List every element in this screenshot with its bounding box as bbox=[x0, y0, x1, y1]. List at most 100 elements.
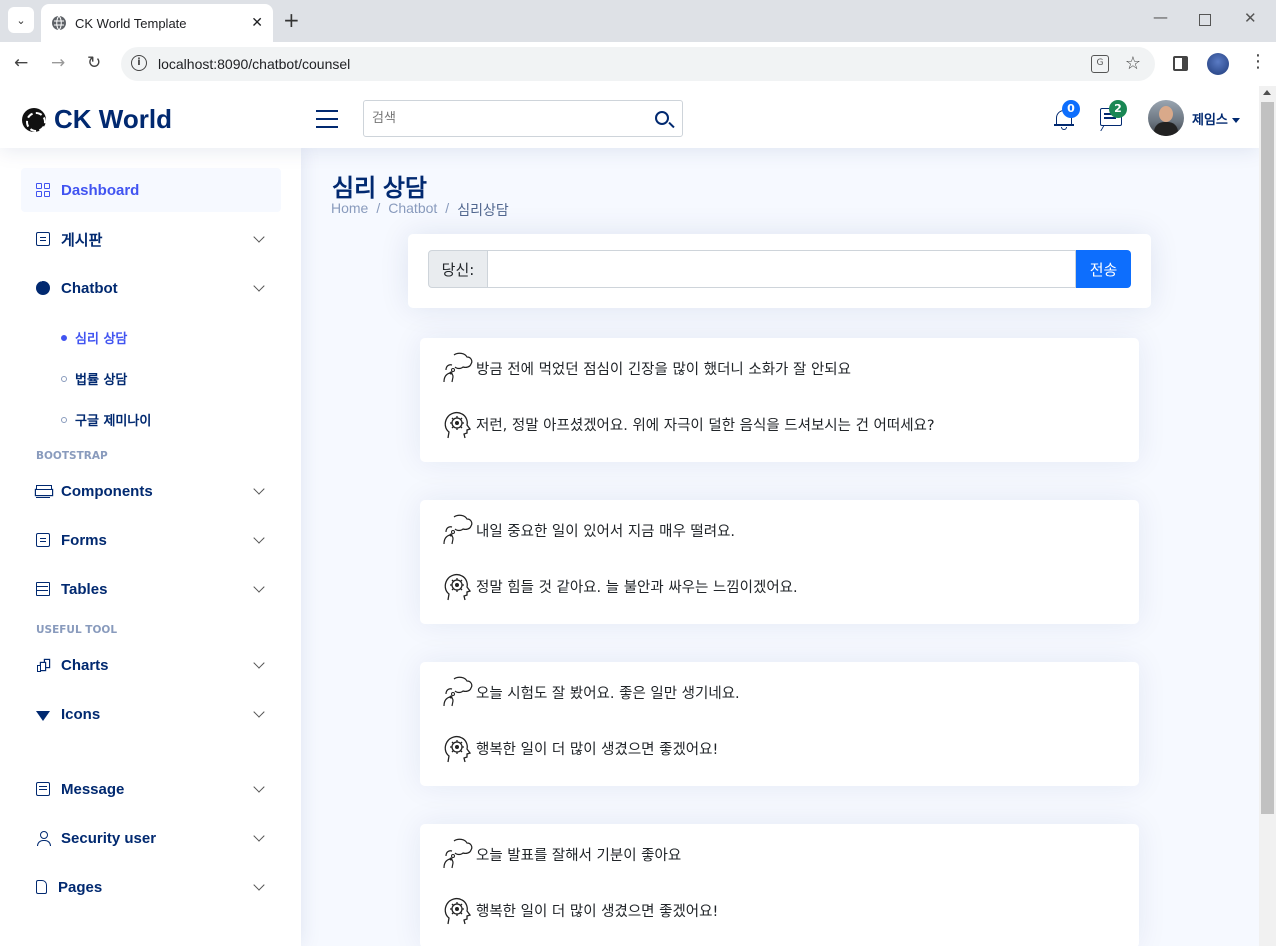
chat-message-input[interactable] bbox=[488, 250, 1076, 288]
profile-dropdown[interactable]: 제임스 bbox=[1192, 109, 1240, 128]
sidebar-item-forms[interactable]: Forms bbox=[21, 518, 281, 562]
bot-message-text: 정말 힘들 것 같아요. 늘 불안과 싸우는 느낌이겠어요. bbox=[476, 579, 798, 596]
user-thought-icon bbox=[443, 514, 473, 545]
message-icon bbox=[36, 782, 50, 796]
sidebar-subitem-gemini[interactable]: 구글 제미나이 bbox=[61, 410, 151, 429]
bot-message-text: 저런, 정말 아프셨겠어요. 위에 자극이 덜한 음식을 드셔보시는 건 어떠세… bbox=[476, 417, 935, 434]
user-message-text: 오늘 발표를 잘해서 기분이 좋아요 bbox=[476, 847, 682, 864]
sidebar-item-label: 게시판 bbox=[61, 231, 103, 249]
sidebar-subitem-label: 심리 상담 bbox=[75, 332, 128, 347]
browser-tabstrip: ⌄ CK World Template ✕ + — ✕ bbox=[0, 0, 1276, 42]
bot-message: 행복한 일이 더 많이 생겼으면 좋겠어요! bbox=[440, 894, 718, 926]
chat-input-card: 당신: 전송 bbox=[408, 234, 1151, 308]
sidebar-subitem-legal[interactable]: 법률 상담 bbox=[61, 369, 127, 388]
maximize-icon[interactable] bbox=[1199, 14, 1211, 26]
chevron-down-icon bbox=[253, 532, 265, 544]
chevron-down-icon bbox=[253, 280, 265, 292]
sidebar-item-dashboard[interactable]: Dashboard bbox=[21, 168, 281, 212]
caret-down-icon bbox=[1231, 118, 1240, 123]
bookmark-star-icon[interactable]: ☆ bbox=[1125, 53, 1141, 74]
back-icon[interactable]: ← bbox=[14, 53, 28, 73]
search-icon[interactable] bbox=[655, 111, 669, 125]
browser-toolbar: ← → ↻ i localhost:8090/chatbot/counsel G… bbox=[0, 42, 1276, 86]
sidebar-item-icons[interactable]: Icons bbox=[21, 692, 281, 736]
scrollbar-thumb[interactable] bbox=[1261, 102, 1274, 814]
user-message: 내일 중요한 일이 있어서 지금 매우 떨려요. bbox=[440, 514, 735, 546]
sidebar-item-label: Forms bbox=[61, 531, 107, 549]
sidebar-item-label: Chatbot bbox=[61, 279, 118, 297]
globe-icon bbox=[52, 15, 66, 31]
logo-text: CK World bbox=[54, 104, 172, 134]
user-message-text: 내일 중요한 일이 있어서 지금 매우 떨려요. bbox=[476, 523, 736, 540]
bot-message-text: 행복한 일이 더 많이 생겼으면 좋겠어요! bbox=[476, 903, 719, 920]
breadcrumb-home[interactable]: Home bbox=[331, 200, 368, 220]
sidebar-subitem-label: 구글 제미나이 bbox=[75, 414, 152, 429]
sidebar-item-tables[interactable]: Tables bbox=[21, 567, 281, 611]
breadcrumb-chatbot[interactable]: Chatbot bbox=[388, 200, 437, 220]
sidebar-item-chatbot[interactable]: Chatbot bbox=[21, 266, 281, 310]
window-close-icon[interactable]: ✕ bbox=[1244, 9, 1257, 27]
browser-profile-avatar[interactable] bbox=[1207, 53, 1229, 75]
logo-icon bbox=[22, 107, 46, 132]
journal-text-icon bbox=[36, 533, 50, 547]
sidebar-item-pages[interactable]: Pages bbox=[21, 865, 281, 909]
gem-icon bbox=[36, 711, 50, 721]
sidebar-item-label: Security user bbox=[61, 829, 157, 847]
sidebar-item-charts[interactable]: Charts bbox=[21, 643, 281, 687]
new-tab-icon[interactable]: + bbox=[283, 9, 300, 31]
reload-icon[interactable]: ↻ bbox=[87, 53, 101, 73]
send-button[interactable]: 전송 bbox=[1076, 250, 1131, 288]
sidebar-item-message[interactable]: Message bbox=[21, 767, 281, 811]
search-input[interactable] bbox=[364, 101, 644, 136]
sidebar-item-components[interactable]: Components bbox=[21, 469, 281, 513]
bar-chart-icon bbox=[36, 658, 50, 672]
nav-heading-useful-tool: USEFUL TOOL bbox=[36, 624, 118, 636]
scroll-up-icon[interactable] bbox=[1263, 90, 1271, 95]
robot-head-icon bbox=[444, 897, 472, 925]
address-bar[interactable]: i localhost:8090/chatbot/counsel G ☆ bbox=[121, 47, 1155, 81]
sidebar-item-label: Components bbox=[61, 482, 153, 500]
chevron-down-icon bbox=[253, 657, 265, 669]
translate-icon[interactable]: G bbox=[1091, 55, 1109, 73]
sidebar-subitem-counsel[interactable]: 심리 상담 bbox=[61, 328, 127, 347]
chevron-down-icon bbox=[253, 830, 265, 842]
chevron-down-icon bbox=[253, 231, 265, 243]
sidebar: Dashboard 게시판 Chatbot 심리 상담 법률 상담 구글 제미나… bbox=[0, 148, 301, 946]
chat-dots-icon bbox=[36, 278, 50, 295]
user-message-text: 오늘 시험도 잘 봤어요. 좋은 일만 생기네요. bbox=[476, 685, 740, 702]
forward-icon[interactable]: → bbox=[51, 53, 65, 73]
sidebar-item-board[interactable]: 게시판 bbox=[21, 217, 281, 261]
bot-message: 행복한 일이 더 많이 생겼으면 좋겠어요! bbox=[440, 732, 718, 764]
site-info-icon[interactable]: i bbox=[131, 55, 147, 71]
tab-search-icon[interactable]: ⌄ bbox=[8, 7, 34, 33]
user-message: 오늘 발표를 잘해서 기분이 좋아요 bbox=[440, 838, 681, 870]
chevron-down-icon bbox=[253, 581, 265, 593]
bot-message: 정말 힘들 것 같아요. 늘 불안과 싸우는 느낌이겠어요. bbox=[440, 570, 798, 602]
messages-badge: 2 bbox=[1109, 100, 1127, 118]
browser-tab[interactable]: CK World Template ✕ bbox=[41, 4, 273, 42]
user-thought-icon bbox=[443, 676, 473, 707]
sidebar-item-label: Pages bbox=[58, 878, 103, 896]
layout-text-icon bbox=[36, 582, 50, 596]
conversation-card: 오늘 발표를 잘해서 기분이 좋아요 행복한 일이 더 많이 생겼으면 좋겠어요… bbox=[420, 824, 1139, 946]
minimize-icon[interactable]: — bbox=[1153, 8, 1168, 26]
chevron-down-icon bbox=[253, 706, 265, 718]
breadcrumb: Home / Chatbot / 심리상담 bbox=[331, 200, 509, 220]
page-title: 심리 상담 bbox=[332, 175, 427, 202]
page-scrollbar[interactable] bbox=[1259, 86, 1276, 946]
file-icon bbox=[36, 880, 47, 894]
user-message-text: 방금 전에 먹었던 점심이 긴장을 많이 했더니 소화가 잘 안되요 bbox=[476, 361, 851, 378]
main-content: 심리 상담 Home / Chatbot / 심리상담 당신: 전송 방금 전에… bbox=[301, 148, 1259, 946]
tab-title: CK World Template bbox=[75, 15, 187, 31]
url-text[interactable]: localhost:8090/chatbot/counsel bbox=[158, 56, 350, 72]
sidebar-toggle-icon[interactable] bbox=[316, 110, 338, 128]
person-icon bbox=[36, 831, 51, 846]
close-tab-icon[interactable]: ✕ bbox=[251, 15, 263, 31]
side-panel-icon[interactable] bbox=[1173, 56, 1188, 71]
browser-menu-icon[interactable]: ⋮ bbox=[1249, 53, 1267, 71]
logo[interactable]: CK World bbox=[22, 104, 172, 135]
sidebar-item-security[interactable]: Security user bbox=[21, 816, 281, 860]
circle-icon bbox=[61, 416, 67, 423]
sidebar-item-label: Icons bbox=[61, 705, 101, 723]
avatar[interactable] bbox=[1148, 100, 1184, 136]
